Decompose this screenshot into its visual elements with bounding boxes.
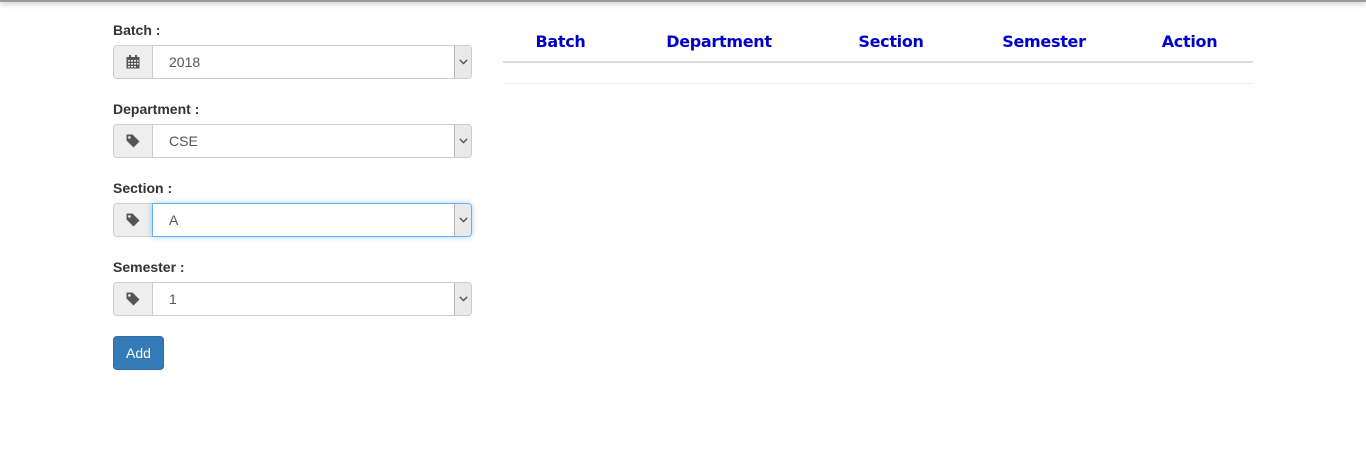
section-selected-value: A [169,212,179,228]
batch-selected-value: 2018 [169,54,201,70]
department-label: Department : [113,101,200,117]
section-group: Section : A [113,180,472,259]
semester-select[interactable]: 1 [152,282,472,316]
records-table: Batch Department Section Semester Action [503,22,1253,84]
chevron-down-icon[interactable] [454,283,471,315]
chevron-down-icon[interactable] [454,125,471,157]
calendar-icon [113,45,152,79]
column-header-semester: Semester [962,22,1126,63]
semester-group: Semester : 1 [113,259,472,338]
section-label: Section : [113,180,173,196]
batch-group: Batch : 2018 [113,22,472,101]
column-header-section: Section [820,22,962,63]
top-shadow-bar [0,0,1366,2]
tag-icon [113,124,152,158]
section-input-group: A [113,203,472,237]
semester-input-group: 1 [113,282,472,316]
department-select[interactable]: CSE [152,124,472,158]
add-form: Batch : 2018 Department: CSE Section: … [113,22,472,370]
table-header-row: Batch Department Section Semester Action [503,22,1253,63]
column-header-department: Department [618,22,820,63]
chevron-down-icon[interactable] [454,46,471,78]
tag-icon [113,282,152,316]
department-selected-value: CSE [169,133,198,149]
department-input-group: CSE [113,124,472,158]
batch-input-group: 2018 [113,45,472,79]
section-select[interactable]: A [152,203,472,237]
department-group: Department : CSE [113,101,472,180]
records-table-wrap: Batch Department Section Semester Action [503,22,1253,84]
column-header-action: Action [1126,22,1253,63]
batch-select[interactable]: 2018 [152,45,472,79]
semester-selected-value: 1 [169,291,177,307]
chevron-down-icon[interactable] [454,204,471,236]
table-row [503,62,1253,84]
batch-label: Batch : [113,22,161,38]
add-button[interactable]: Add [113,336,164,370]
column-header-batch: Batch [503,22,618,63]
semester-label: Semester : [113,259,185,275]
empty-table-cell [503,62,1253,84]
tag-icon [113,203,152,237]
